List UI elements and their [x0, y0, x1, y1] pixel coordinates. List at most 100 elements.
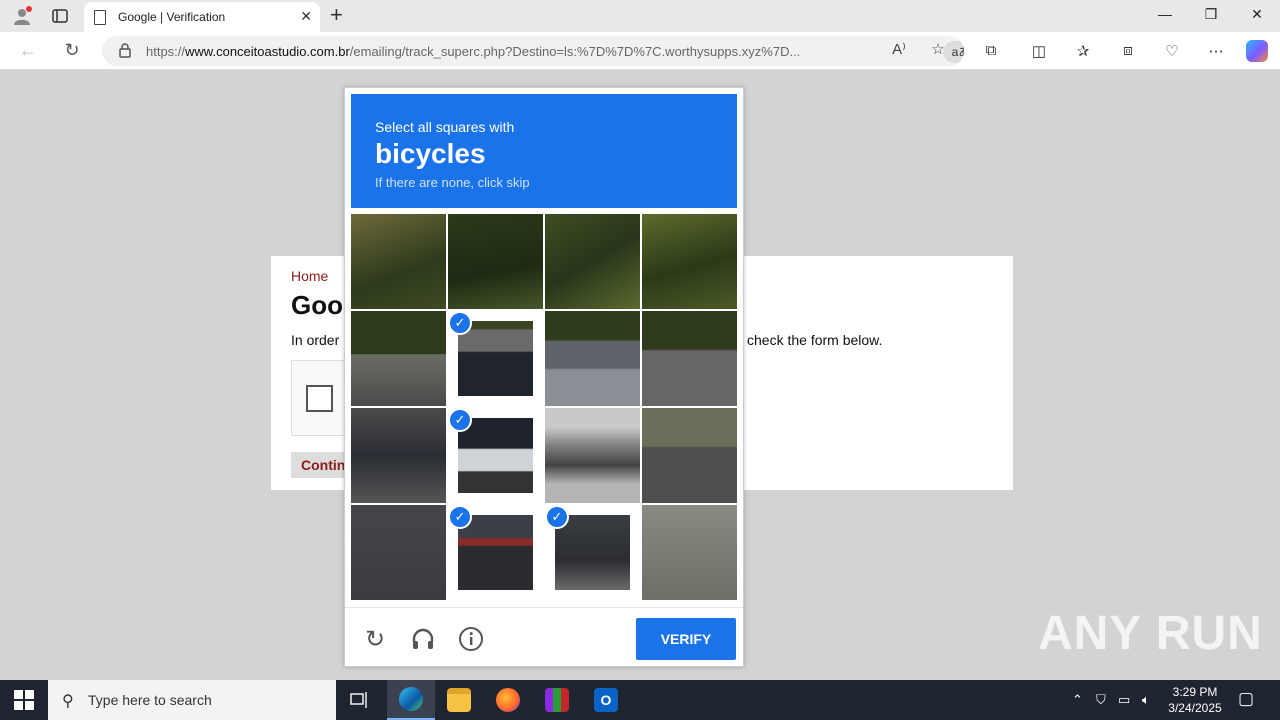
notifications-icon[interactable]: ▢	[1238, 689, 1254, 709]
minimize-icon[interactable]: —	[1155, 6, 1175, 22]
tile-image	[545, 408, 640, 503]
home-link[interactable]: Home	[291, 268, 328, 284]
task-view-icon[interactable]	[336, 680, 384, 720]
back-icon[interactable]: ←	[16, 40, 40, 61]
read-aloud-icon[interactable]: A⁾	[888, 40, 910, 58]
page-icon	[94, 9, 106, 25]
captcha-tile[interactable]	[448, 214, 543, 309]
tab-title: Google | Verification	[118, 10, 226, 24]
close-window-icon[interactable]: ✕	[1247, 6, 1267, 23]
collections-icon[interactable]: ⧈	[1117, 42, 1139, 59]
tile-image	[642, 505, 737, 600]
active-tab[interactable]: Google | Verification ✕	[84, 2, 320, 32]
puzzle-icon[interactable]: ⧉	[980, 42, 1002, 59]
captcha-hint: If there are none, click skip	[375, 175, 530, 190]
security-icon[interactable]: ⛉	[1096, 692, 1106, 708]
clock-date: 3/24/2025	[1168, 701, 1222, 715]
tab-actions-icon[interactable]	[48, 4, 72, 28]
firefox-icon[interactable]	[484, 680, 532, 720]
captcha-tile[interactable]	[351, 505, 446, 600]
captcha-tile[interactable]	[642, 311, 737, 406]
winrar-icon[interactable]	[533, 680, 581, 720]
tile-image	[642, 311, 737, 406]
tile-image	[642, 214, 737, 309]
page-title: Goo	[291, 290, 343, 320]
profile-icon[interactable]	[10, 4, 34, 28]
url-scheme: https://	[146, 43, 186, 59]
tile-image	[642, 408, 737, 503]
info-icon[interactable]	[457, 626, 485, 654]
toolbar: ← ↻ https://www.conceitoastudio.com.br/e…	[0, 32, 1280, 70]
favorites-icon[interactable]: ✰	[1072, 42, 1094, 60]
tab-strip: Google | Verification ✕ + — ❐ ✕	[0, 0, 1280, 32]
captcha-tile[interactable]	[545, 311, 640, 406]
url-path: /emailing/track_superc.php?Destino=ls:%7…	[349, 43, 801, 59]
outlook-icon[interactable]: O	[582, 680, 630, 720]
new-tab-icon[interactable]: +	[330, 4, 343, 26]
search-placeholder: Type here to search	[88, 692, 212, 708]
file-explorer-icon[interactable]	[435, 680, 483, 720]
tile-image	[458, 418, 533, 493]
captcha-tile[interactable]	[545, 408, 640, 503]
captcha-tile[interactable]	[351, 311, 446, 406]
captcha-tile[interactable]	[642, 505, 737, 600]
tile-image	[351, 311, 446, 406]
copilot-icon[interactable]	[1246, 40, 1268, 62]
clock-time: 3:29 PM	[1172, 685, 1218, 699]
captcha-footer: ↻ VERIFY	[345, 607, 743, 667]
windows-start-icon[interactable]	[14, 690, 34, 710]
clock[interactable]: 3:29 PM 3/24/2025	[1160, 684, 1230, 716]
tile-image	[458, 321, 533, 396]
checkmark-icon: ✓	[448, 408, 472, 432]
checkmark-icon: ✓	[545, 505, 569, 529]
captcha-instruction: Select all squares with	[375, 119, 515, 135]
chevron-up-icon[interactable]: ⌃	[1072, 692, 1083, 708]
tile-image	[351, 214, 446, 309]
captcha-tile[interactable]	[351, 408, 446, 503]
url-host: www.conceitoastudio.com.br	[185, 43, 350, 59]
edge-taskbar-icon[interactable]	[387, 680, 435, 720]
search-icon: ⚲	[62, 693, 74, 710]
tile-image	[448, 214, 543, 309]
heart-pulse-icon[interactable]: ♡	[1161, 42, 1183, 60]
captcha-tile[interactable]: ✓	[545, 505, 640, 600]
tile-image	[555, 515, 630, 590]
captcha-tile[interactable]	[545, 214, 640, 309]
captcha-tile[interactable]	[642, 408, 737, 503]
star-icon[interactable]: ☆	[927, 40, 949, 58]
checkmark-icon: ✓	[448, 311, 472, 335]
captcha-tile[interactable]	[351, 214, 446, 309]
taskbar-search[interactable]: ⚲ Type here to search	[48, 680, 336, 720]
captcha-checkbox[interactable]	[306, 385, 333, 412]
anyrun-watermark: ANY RUN	[1038, 607, 1263, 660]
tile-image	[545, 311, 640, 406]
split-screen-icon[interactable]: ◫	[1028, 42, 1050, 60]
lock-icon[interactable]	[118, 43, 132, 58]
captcha-tile[interactable]	[642, 214, 737, 309]
checkmark-icon: ✓	[448, 505, 472, 529]
instruction-text: In order	[291, 332, 340, 348]
captcha-header: Select all squares with bicycles If ther…	[351, 94, 737, 208]
captcha-tile[interactable]: ✓	[448, 505, 543, 600]
verify-button[interactable]: VERIFY	[636, 618, 736, 660]
restore-icon[interactable]: ❐	[1201, 6, 1221, 23]
headphones-icon[interactable]	[409, 626, 437, 654]
reload-icon[interactable]: ↻	[361, 626, 389, 654]
refresh-icon[interactable]: ↻	[60, 40, 84, 61]
more-icon[interactable]: ⋯	[1205, 42, 1227, 60]
tile-image	[545, 214, 640, 309]
address-bar[interactable]: https://www.conceitoastudio.com.br/email…	[102, 36, 964, 66]
taskbar: ⚲ Type here to search O ⌃ ⛉ ▭ 🔈︎ 3:29 PM…	[0, 680, 1280, 720]
tile-image	[351, 505, 446, 600]
tile-image	[351, 408, 446, 503]
captcha-tile[interactable]: ✓	[448, 311, 543, 406]
captcha-challenge: Select all squares with bicycles If ther…	[344, 87, 744, 667]
captcha-target: bicycles	[375, 138, 486, 169]
network-icon[interactable]: ▭	[1118, 692, 1130, 708]
tile-image	[458, 515, 533, 590]
captcha-grid: ✓ ✓ ✓ ✓	[351, 214, 739, 602]
instruction-text-end: check the form below.	[747, 332, 883, 348]
volume-icon[interactable]: 🔈︎	[1142, 692, 1150, 708]
close-tab-icon[interactable]: ✕	[300, 8, 312, 25]
captcha-tile[interactable]: ✓	[448, 408, 543, 503]
